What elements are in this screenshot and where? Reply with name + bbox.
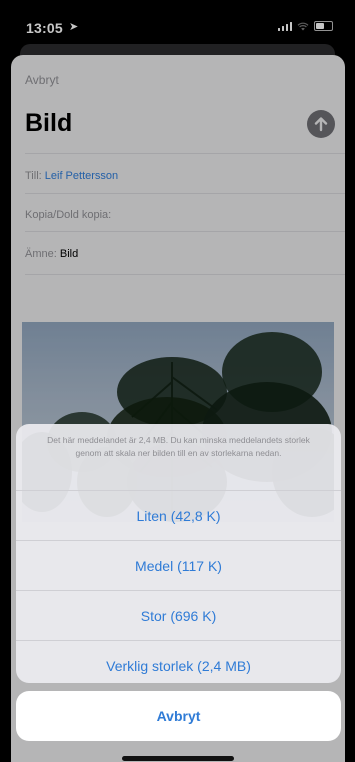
size-option-medium[interactable]: Medel (117 K) (16, 540, 341, 590)
size-option-actual[interactable]: Verklig storlek (2,4 MB) (16, 640, 341, 683)
action-sheet-cancel-button[interactable]: Avbryt (16, 691, 341, 741)
size-option-small[interactable]: Liten (42,8 K) (16, 490, 341, 540)
action-sheet-message: Det här meddelandet är 2,4 MB. Du kan mi… (47, 435, 310, 458)
home-indicator (122, 756, 234, 761)
action-sheet: Det här meddelandet är 2,4 MB. Du kan mi… (16, 424, 341, 683)
size-option-large[interactable]: Stor (696 K) (16, 590, 341, 640)
